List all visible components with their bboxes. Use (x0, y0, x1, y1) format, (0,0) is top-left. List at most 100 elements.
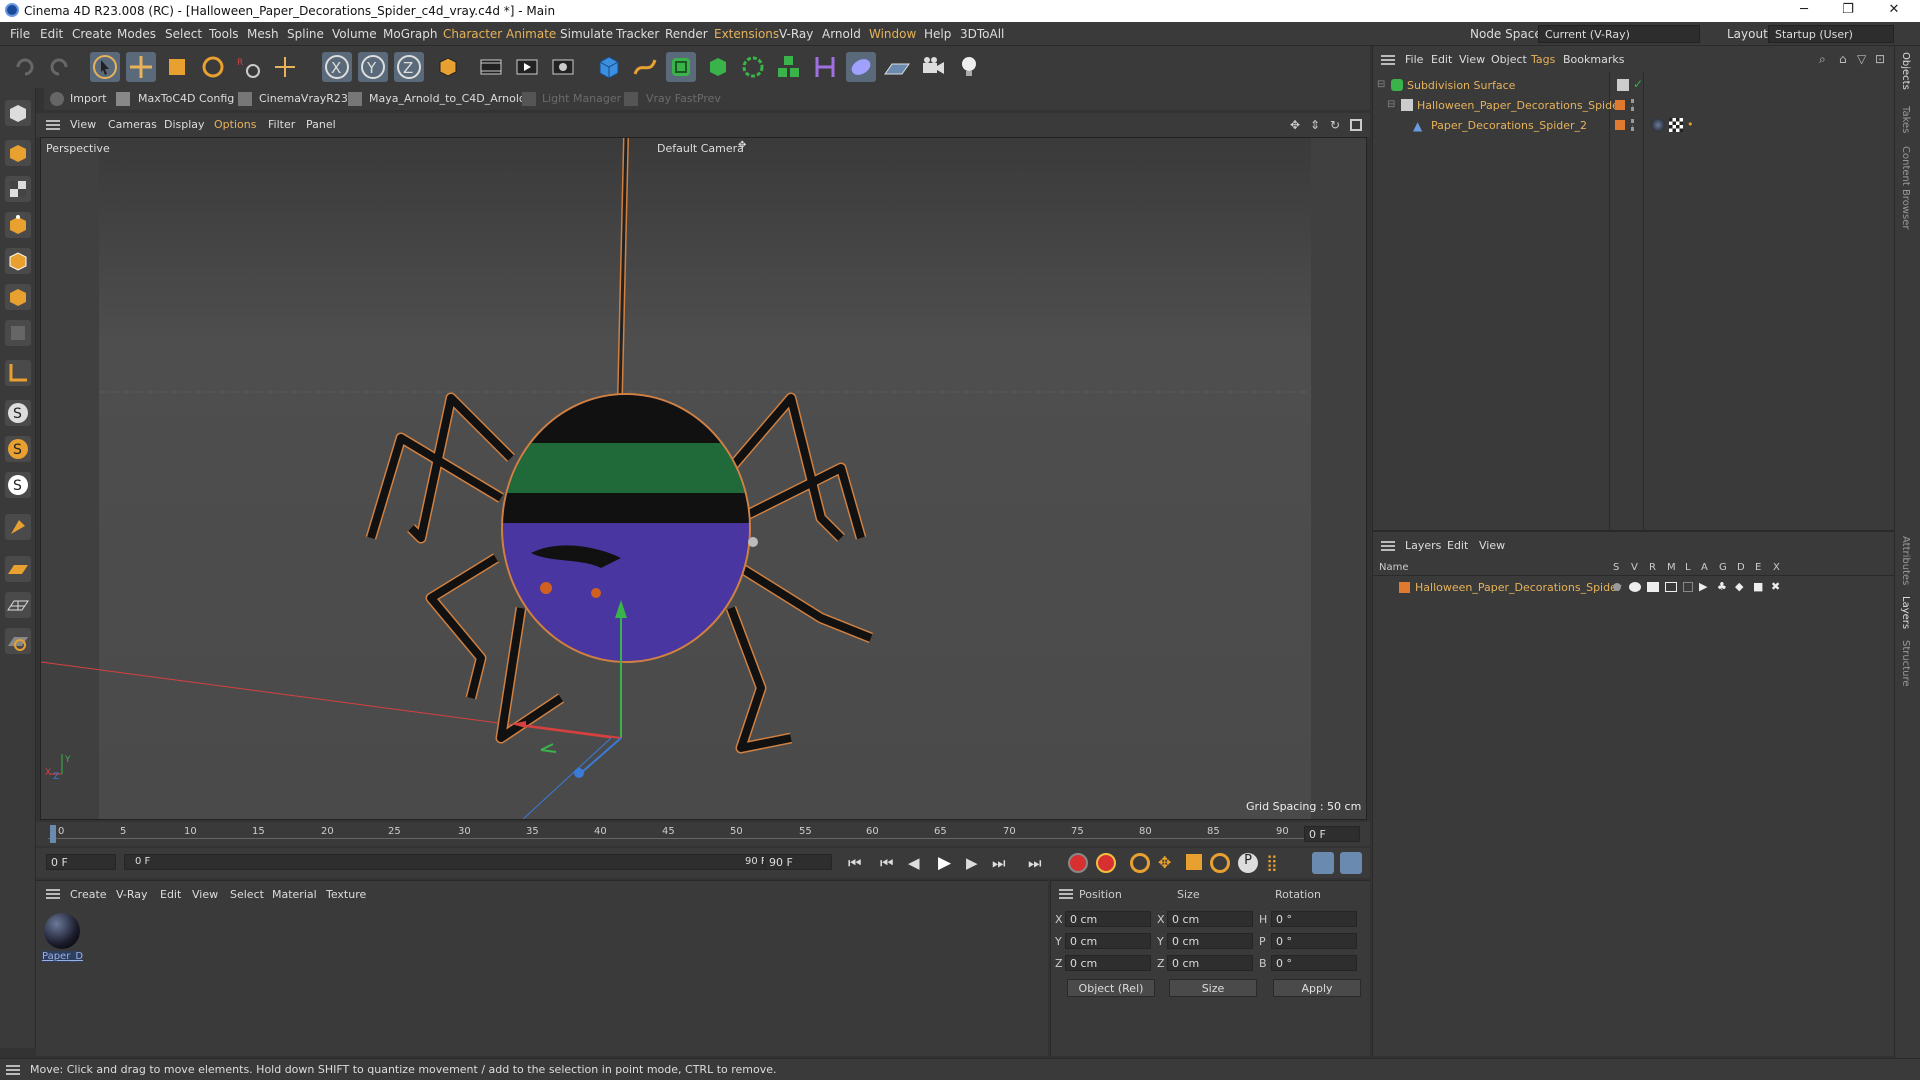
layout-dropdown[interactable]: Startup (User) (1768, 25, 1894, 43)
material-tag-icon[interactable] (1651, 118, 1665, 132)
record-keyframe-icon[interactable] (1068, 853, 1088, 873)
make-editable-icon[interactable] (5, 100, 31, 126)
previous-key-icon[interactable]: ⏮ (880, 854, 894, 872)
scale-tool-icon[interactable] (162, 52, 192, 82)
layer-hamburger-icon[interactable] (1381, 541, 1395, 551)
plugin-maya-arnold[interactable]: Maya_Arnold_to_C4D_Arnold (369, 92, 526, 105)
rotation-h-field[interactable]: 0 ° (1271, 911, 1357, 927)
home-icon[interactable]: ⌂ (1839, 52, 1847, 66)
soft-selection-icon[interactable] (5, 514, 31, 540)
plugin-vray-fastprev[interactable]: Vray FastPrev (646, 92, 721, 105)
layer-menu-view[interactable]: View (1479, 539, 1505, 552)
object-menu-file[interactable]: File (1405, 53, 1423, 66)
editor-visibility-icon[interactable] (1617, 79, 1629, 91)
cube-primitive-icon[interactable] (594, 52, 624, 82)
y-axis-lock-icon[interactable]: Y (358, 52, 388, 82)
viewport-maximize-icon[interactable] (1350, 119, 1362, 131)
material-menu-select[interactable]: Select (230, 888, 264, 901)
size-y-field[interactable]: 0 cm (1167, 933, 1253, 949)
plugin-maxtoc4d-config[interactable]: MaxToC4D Config (138, 92, 234, 105)
menu-file[interactable]: File (10, 27, 30, 41)
object-row-subdivision-surface[interactable]: ⊟ Subdivision Surface ✓ (1373, 76, 1895, 94)
viewport-rotate-icon[interactable]: ↻ (1330, 118, 1344, 132)
menu-modes[interactable]: Modes (117, 27, 156, 41)
menu-render[interactable]: Render (665, 27, 708, 41)
material-menu-texture[interactable]: Texture (326, 888, 366, 901)
camera-icon[interactable] (918, 52, 948, 82)
menu-volume[interactable]: Volume (332, 27, 377, 41)
play-icon[interactable]: ▶ (938, 853, 951, 873)
visibility-dots-icon[interactable] (1631, 99, 1635, 111)
render-icon[interactable] (1647, 582, 1659, 592)
recent-tools-icon[interactable]: R (234, 52, 264, 82)
timeline-window-icon[interactable] (1312, 852, 1334, 874)
material-menu-material[interactable]: Material (272, 888, 317, 901)
menu-edit[interactable]: Edit (40, 27, 63, 41)
status-hamburger-icon[interactable] (6, 1065, 20, 1075)
render-settings-icon[interactable] (548, 52, 578, 82)
subdivision-surface-icon[interactable] (666, 52, 696, 82)
plugin-cinemavray[interactable]: CinemaVrayR23 (259, 92, 348, 105)
generator-icon[interactable]: ♣ (1717, 580, 1727, 593)
current-frame-field[interactable]: 0 F (1304, 826, 1360, 842)
lock-icon[interactable] (1683, 582, 1693, 592)
solo-icon[interactable] (1613, 583, 1621, 591)
expand-icon[interactable]: ⊟ (1387, 99, 1395, 110)
pen-spline-icon[interactable] (630, 52, 660, 82)
redo-icon[interactable] (44, 52, 74, 82)
x-axis-lock-icon[interactable]: X (322, 52, 352, 82)
tab-objects[interactable]: Objects (1900, 52, 1911, 90)
menu-window[interactable]: Window (869, 27, 916, 41)
key-position-icon[interactable]: ✥ (1158, 853, 1171, 872)
undo-icon[interactable] (10, 52, 40, 82)
deformer-icon[interactable] (810, 52, 840, 82)
lock-workplane-icon[interactable] (5, 628, 31, 654)
viewport-menu-panel[interactable]: Panel (306, 118, 336, 131)
menu-help[interactable]: Help (924, 27, 951, 41)
viewport-menu-cameras[interactable]: Cameras (108, 118, 157, 131)
tab-content-browser[interactable]: Content Browser (1900, 146, 1911, 229)
object-menu-edit[interactable]: Edit (1431, 53, 1452, 66)
start-frame-field[interactable]: 0 F (46, 854, 116, 870)
go-to-end-icon[interactable]: ⏭ (1028, 854, 1042, 872)
tab-takes[interactable]: Takes (1900, 106, 1911, 133)
menu-extensions[interactable]: Extensions (714, 27, 779, 41)
maximize-button[interactable]: ❐ (1838, 2, 1858, 17)
search-icon[interactable]: ⌕ (1819, 52, 1826, 67)
object-menu-view[interactable]: View (1459, 53, 1485, 66)
manager-icon[interactable] (1665, 582, 1677, 592)
point-mode-icon[interactable] (5, 212, 31, 238)
field-icon[interactable] (846, 52, 876, 82)
rotation-b-field[interactable]: 0 ° (1271, 955, 1357, 971)
next-key-icon[interactable]: ⏭ (992, 854, 1006, 872)
render-picture-viewer-icon[interactable] (512, 52, 542, 82)
rotate-tool-icon[interactable] (198, 52, 228, 82)
dope-sheet-icon[interactable] (1340, 852, 1362, 874)
new-window-icon[interactable]: ⊡ (1875, 52, 1885, 66)
mograph-cloner-icon[interactable] (738, 52, 768, 82)
edge-mode-icon[interactable] (5, 248, 31, 274)
size-mode-dropdown[interactable]: Size (1169, 979, 1257, 997)
layer-color-icon[interactable] (1615, 100, 1625, 110)
uvw-tag-icon[interactable] (1669, 118, 1683, 132)
world-axis-icon[interactable] (270, 52, 300, 82)
key-parameter-icon[interactable]: P (1238, 853, 1258, 873)
keyframe-selection-icon[interactable] (1130, 853, 1150, 873)
position-y-field[interactable]: 0 cm (1065, 933, 1151, 949)
floor-environment-icon[interactable] (882, 52, 912, 82)
minimize-button[interactable]: ─ (1794, 2, 1814, 17)
menu-vray[interactable]: V-Ray (779, 27, 813, 41)
layer-menu-edit[interactable]: Edit (1447, 539, 1468, 552)
tab-layers[interactable]: Layers (1900, 596, 1911, 629)
visibility-dots-icon[interactable] (1631, 119, 1635, 131)
menu-animate[interactable]: Animate (506, 27, 556, 41)
xref-icon[interactable]: ✖ (1771, 580, 1780, 593)
viewport-menu-display[interactable]: Display (164, 118, 205, 131)
menu-3dtoall[interactable]: 3DToAll (960, 27, 1004, 41)
key-rotation-icon[interactable] (1210, 853, 1230, 873)
material-menu-vray[interactable]: V-Ray (116, 888, 148, 901)
viewport-pan-icon[interactable]: ✥ (1290, 118, 1304, 132)
node-space-dropdown[interactable]: Current (V-Ray) (1538, 25, 1700, 43)
layer-color-swatch[interactable] (1399, 582, 1410, 593)
coordinate-mode-dropdown[interactable]: Object (Rel) (1067, 979, 1155, 997)
